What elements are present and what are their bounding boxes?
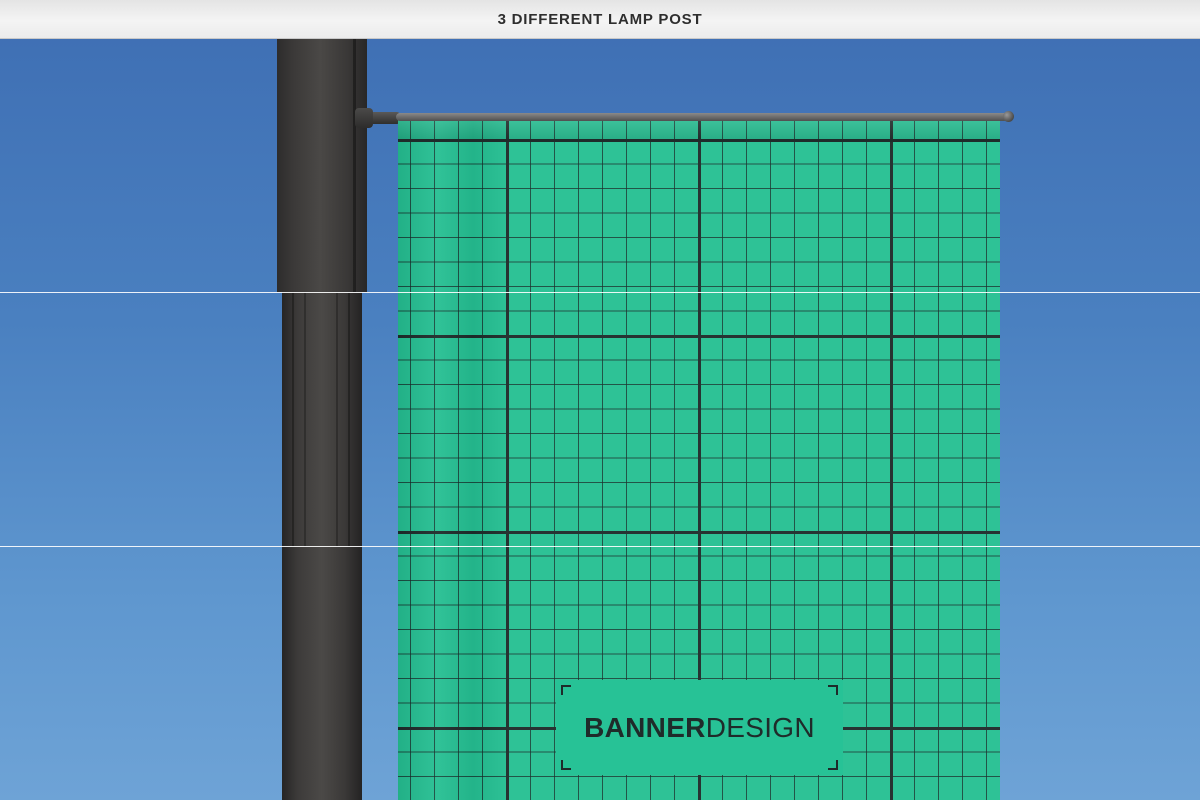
banner-rod-cap (1003, 111, 1014, 122)
banner-label-box: BANNERDESIGN (556, 680, 843, 775)
banner-label: BANNERDESIGN (584, 712, 815, 744)
crop-mark-top-right (828, 685, 838, 695)
banner-label-regular: DESIGN (705, 711, 815, 743)
title-bar: 3 DIFFERENT LAMP POST (0, 0, 1200, 39)
mockup-stage: 3 DIFFERENT LAMP POST BANNERDESIGN (0, 0, 1200, 800)
banner-bracket (355, 108, 373, 128)
page-title: 3 DIFFERENT LAMP POST (497, 10, 703, 28)
banner-label-bold: BANNER (584, 711, 706, 743)
crop-mark-bottom-right (828, 760, 838, 770)
lamp-post-upper (277, 38, 367, 292)
banner-rod (396, 113, 1008, 121)
section-divider-2 (0, 546, 1200, 547)
crop-mark-top-left (561, 685, 571, 695)
crop-mark-bottom-left (561, 760, 571, 770)
section-divider-1 (0, 292, 1200, 293)
